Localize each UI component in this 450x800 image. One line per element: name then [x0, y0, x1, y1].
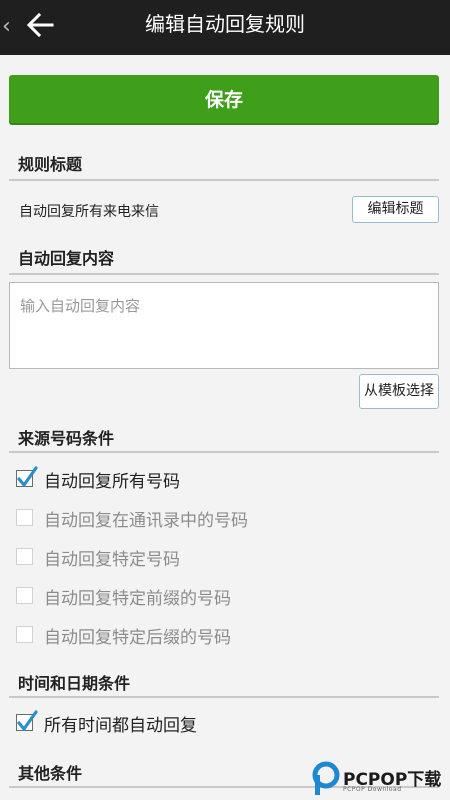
page-title: 编辑自动回复规则: [145, 12, 305, 36]
checkbox-unchecked[interactable]: [16, 626, 33, 643]
rule-title-value: 自动回复所有来电来信: [19, 204, 159, 220]
checkmark-icon: [17, 466, 38, 487]
checkbox-label: 自动回复特定号码: [44, 550, 180, 570]
section-reply-content: 自动回复内容: [18, 249, 115, 268]
section-source-conditions: 来源号码条件: [18, 429, 115, 448]
checkbox-label: 自动回复在通讯录中的号码: [44, 511, 248, 531]
checkbox-all-numbers[interactable]: 自动回复所有号码: [16, 464, 436, 494]
save-button[interactable]: 保存: [9, 75, 439, 125]
top-bar: ‹ 编辑自动回复规则: [0, 0, 450, 55]
section-time-conditions: 时间和日期条件: [18, 674, 131, 693]
checkbox-unchecked[interactable]: [16, 509, 33, 526]
checkbox-unchecked[interactable]: [16, 587, 33, 604]
divider: [9, 451, 439, 453]
checkbox-label: 自动回复所有号码: [44, 472, 180, 492]
divider: [9, 179, 439, 181]
checkmark-icon: [17, 710, 38, 731]
checkbox-checked[interactable]: [16, 710, 38, 731]
checkbox-checked[interactable]: [16, 466, 38, 487]
divider: [9, 273, 439, 275]
pcpop-watermark: PCPOP下载 PCPOP Download: [309, 760, 449, 800]
checkbox-prefix-numbers[interactable]: 自动回复特定前缀的号码: [16, 581, 436, 611]
pcpop-logo-icon: [312, 761, 340, 795]
edit-title-button[interactable]: 编辑标题: [352, 196, 439, 223]
reply-content-input[interactable]: [9, 282, 439, 369]
checkbox-label: 自动回复特定前缀的号码: [44, 589, 231, 609]
choose-template-button[interactable]: 从模板选择: [359, 374, 439, 409]
watermark-sub: PCPOP Download: [343, 786, 402, 793]
section-rule-title: 规则标题: [18, 155, 83, 174]
checkbox-label: 所有时间都自动回复: [44, 716, 197, 736]
checkbox-suffix-numbers[interactable]: 自动回复特定后缀的号码: [16, 620, 436, 650]
checkbox-label: 自动回复特定后缀的号码: [44, 628, 231, 648]
checkbox-specific-numbers[interactable]: 自动回复特定号码: [16, 542, 436, 572]
checkbox-unchecked[interactable]: [16, 548, 33, 565]
divider: [9, 696, 439, 698]
checkbox-contacts-numbers[interactable]: 自动回复在通讯录中的号码: [16, 503, 436, 533]
checkbox-all-time[interactable]: 所有时间都自动回复: [16, 708, 436, 738]
form-content: 保存 规则标题 自动回复所有来电来信 编辑标题 自动回复内容 从模板选择 来源号…: [0, 55, 450, 800]
